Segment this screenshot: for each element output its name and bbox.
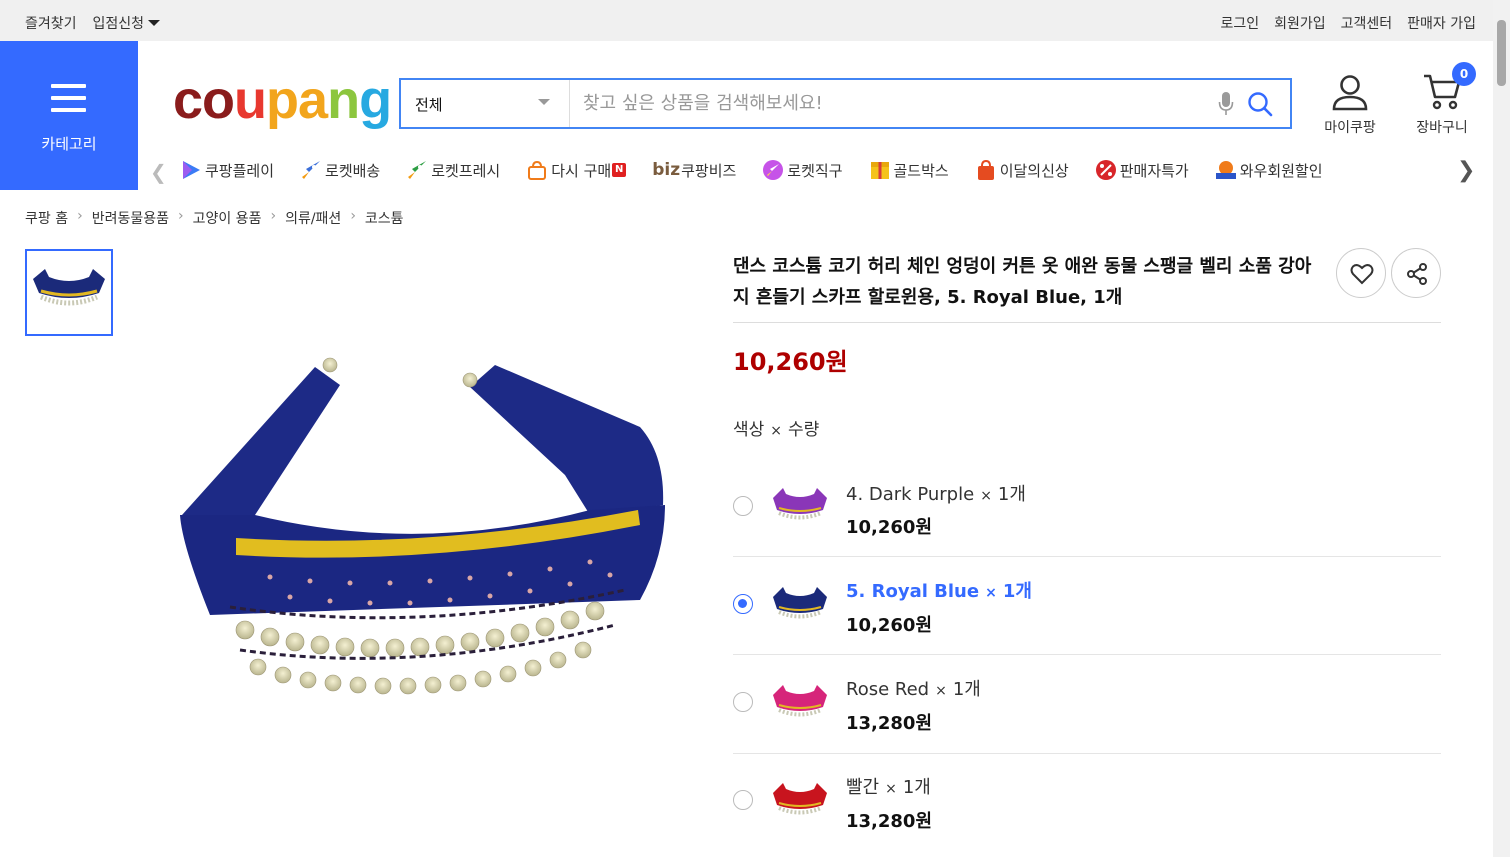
- option-name: 4. Dark Purple: [846, 484, 975, 505]
- option-thumbnail: [773, 586, 827, 618]
- seller-signup-link[interactable]: 판매자 가입: [1407, 13, 1476, 33]
- option-thumbnail: [773, 685, 827, 717]
- option-radio[interactable]: [733, 789, 753, 810]
- new-badge: N: [612, 163, 627, 177]
- hamburger-icon: [51, 84, 86, 120]
- chevron-right-icon[interactable]: ❯: [1457, 158, 1475, 183]
- category-menu-button[interactable]: 카테고리: [0, 41, 138, 190]
- option-header: 색상 × 수량: [733, 420, 820, 440]
- option-radio-checked[interactable]: [733, 593, 753, 614]
- caret-down-icon: [148, 20, 161, 26]
- option-qty: 1개: [997, 484, 1026, 505]
- rocket-icon: [302, 161, 321, 179]
- cart-count-badge: 0: [1452, 62, 1476, 86]
- shortcut-goldbox[interactable]: 골드박스: [869, 158, 949, 182]
- option-name: 빨간: [846, 776, 880, 798]
- shortcut-coupang-play[interactable]: 쿠팡플레이: [180, 158, 274, 182]
- login-link[interactable]: 로그인: [1220, 13, 1259, 33]
- option-thumbnail: [773, 488, 827, 520]
- option-qty: 1개: [902, 776, 931, 798]
- signup-link[interactable]: 회원가입: [1274, 13, 1326, 33]
- shortcut-wow-discount[interactable]: 와우회원할인: [1215, 158, 1323, 182]
- biz-icon: biz: [652, 160, 681, 180]
- shortcut-bar: ❮ 쿠팡플레이 로켓배송 로켓프레시 다시 구매 N biz 쿠팡비즈 로켓직구 …: [138, 150, 1493, 190]
- wow-icon: [1215, 161, 1236, 179]
- customer-center-link[interactable]: 고객센터: [1341, 13, 1393, 33]
- product-title: 댄스 코스튬 코기 허리 체인 엉덩이 커튼 옷 애완 동물 스팽글 벨리 소품…: [733, 256, 1312, 308]
- new-bag-icon: [977, 159, 994, 180]
- search-scope-value: 전체: [415, 96, 443, 114]
- coupang-logo[interactable]: coupang: [173, 70, 392, 130]
- top-utility-bar: 즐겨찾기 입점신청 로그인 회원가입 고객센터 판매자 가입: [0, 0, 1493, 41]
- option-qty: 1개: [952, 679, 981, 700]
- shortcut-rocket-fresh[interactable]: 로켓프레시: [406, 158, 500, 182]
- option-item[interactable]: 4. Dark Purple × 1개 10,260원: [733, 458, 1441, 557]
- chevron-right-icon: ›: [177, 208, 184, 224]
- share-icon: [1407, 263, 1427, 285]
- option-radio[interactable]: [733, 692, 753, 712]
- option-item[interactable]: Rose Red × 1개 13,280원: [733, 655, 1441, 754]
- shortcut-rebuy[interactable]: 다시 구매 N: [526, 158, 627, 182]
- option-price: 13,280원: [846, 810, 933, 832]
- page-scrollbar[interactable]: [1493, 0, 1510, 857]
- search-scope-select[interactable]: 전체: [401, 80, 570, 127]
- chevron-left-icon[interactable]: ❮: [150, 160, 167, 184]
- heart-icon: [1350, 264, 1374, 285]
- cart-label: 장바구니: [1416, 120, 1468, 136]
- goldbox-icon: [870, 162, 889, 179]
- chevron-down-icon: [538, 99, 550, 105]
- breadcrumb-item[interactable]: 쿠팡 홈: [25, 208, 68, 228]
- option-name: Rose Red: [846, 679, 930, 700]
- option-price: 13,280원: [846, 713, 933, 734]
- category-label: 카테고리: [41, 135, 97, 153]
- rocket-global-icon: [763, 160, 784, 180]
- share-button[interactable]: [1391, 248, 1441, 298]
- option-radio[interactable]: [733, 496, 753, 516]
- shortcut-coupang-biz[interactable]: biz 쿠팡비즈: [652, 158, 736, 182]
- mycoupang-label: 마이쿠팡: [1324, 120, 1376, 136]
- breadcrumb-item[interactable]: 고양이 용품: [193, 208, 262, 228]
- play-icon: [183, 161, 200, 179]
- search-input[interactable]: [572, 82, 1192, 125]
- breadcrumb-item[interactable]: 코스튬: [365, 208, 404, 228]
- shortcut-seller-deals[interactable]: 판매자특가: [1095, 158, 1189, 182]
- option-list: 4. Dark Purple × 1개 10,260원 5. Royal Blue ×…: [733, 458, 1441, 852]
- wishlist-button[interactable]: [1336, 248, 1386, 298]
- gallery-thumbnail[interactable]: [25, 249, 113, 336]
- chevron-right-icon: ›: [270, 208, 277, 224]
- product-thumbnail-image: [33, 269, 105, 306]
- user-icon: [1332, 75, 1368, 111]
- product-price: 10,260원: [733, 348, 848, 376]
- vendor-apply-dropdown[interactable]: 입점신청: [93, 13, 161, 33]
- vendor-apply-label: 입점신청: [92, 16, 145, 32]
- shortcut-rocket-delivery[interactable]: 로켓배송: [300, 158, 380, 182]
- cart-button[interactable]: 장바구니 0: [1409, 62, 1476, 137]
- shortcut-new-arrivals[interactable]: 이달의신상: [975, 158, 1069, 182]
- breadcrumb: 쿠팡 홈 › 반려동물용품 › 고양이 용품 › 의류/패션 › 코스튬: [25, 208, 404, 228]
- mic-icon[interactable]: [1218, 91, 1234, 117]
- percent-icon: [1095, 160, 1116, 180]
- chevron-right-icon: ›: [77, 208, 83, 224]
- breadcrumb-item[interactable]: 반려동물용품: [92, 208, 169, 228]
- option-name: 5. Royal Blue: [846, 580, 980, 602]
- mycoupang-button[interactable]: 마이쿠팡: [1318, 73, 1382, 137]
- option-qty: 1개: [1002, 580, 1032, 602]
- option-item-selected[interactable]: 5. Royal Blue × 1개 10,260원: [733, 557, 1441, 655]
- search-icon[interactable]: [1247, 91, 1273, 117]
- breadcrumb-item[interactable]: 의류/패션: [285, 208, 341, 228]
- option-price: 10,260원: [846, 614, 933, 636]
- option-item[interactable]: 빨간 × 1개 13,280원: [733, 754, 1441, 853]
- search-bar: 전체: [399, 78, 1292, 129]
- bookmark-link[interactable]: 즐겨찾기: [25, 13, 77, 33]
- rocket-fresh-icon: [408, 161, 427, 179]
- option-thumbnail: [773, 782, 827, 814]
- scrollbar-thumb[interactable]: [1497, 20, 1506, 86]
- main-product-image: [180, 357, 665, 695]
- option-price: 10,260원: [846, 517, 933, 538]
- rebuy-bag-icon: [528, 160, 547, 180]
- shortcut-rocket-global[interactable]: 로켓직구: [762, 158, 843, 182]
- title-divider: [733, 322, 1441, 323]
- chevron-right-icon: ›: [350, 208, 356, 224]
